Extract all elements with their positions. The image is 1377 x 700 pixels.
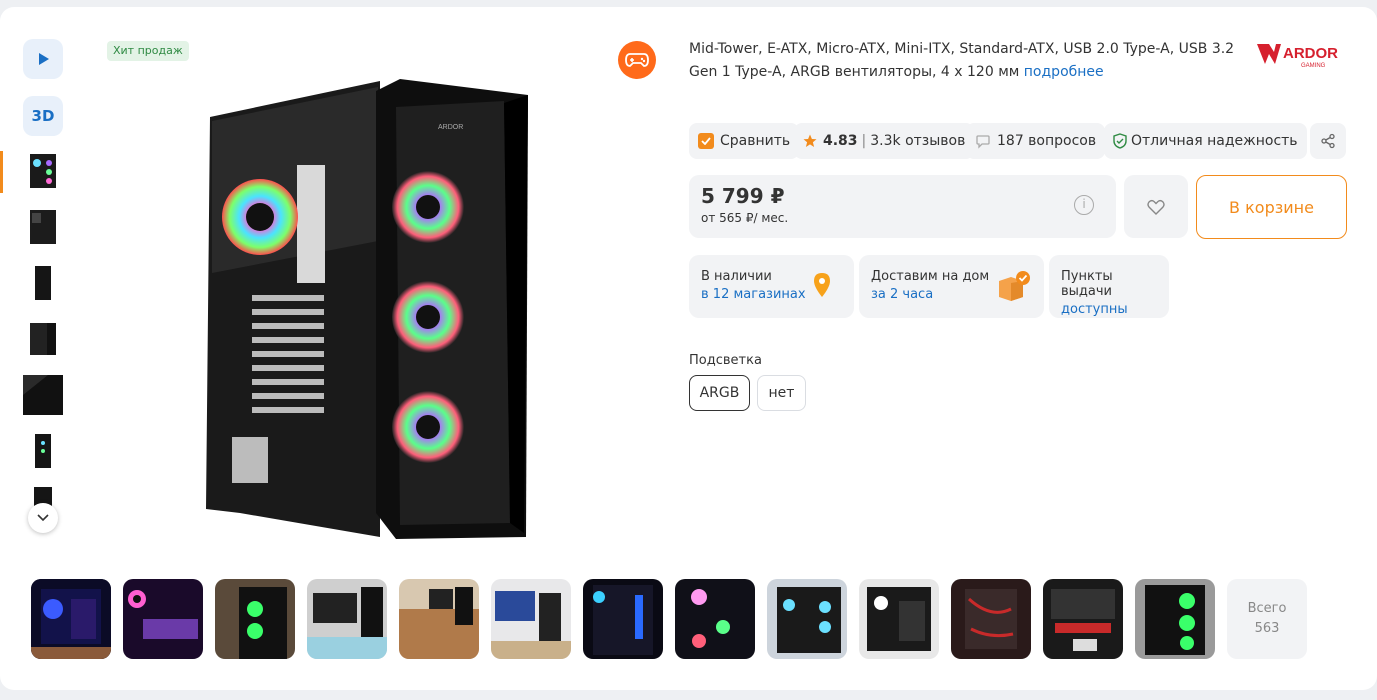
gallery-thumb[interactable] bbox=[23, 207, 63, 247]
checkbox-checked-icon bbox=[698, 133, 714, 149]
option-none[interactable]: нет bbox=[757, 375, 806, 411]
review-photo[interactable] bbox=[123, 579, 203, 659]
price-box: 5 799 ₽ от 565 ₽/ мес. i bbox=[689, 175, 1116, 238]
monthly-payment[interactable]: от 565 ₽/ мес. bbox=[701, 211, 788, 225]
product-main-image[interactable]: ARDOR bbox=[200, 73, 532, 543]
gallery-thumb[interactable] bbox=[23, 263, 63, 303]
review-photo[interactable] bbox=[859, 579, 939, 659]
share-button[interactable] bbox=[1310, 123, 1346, 159]
compare-label: Сравнить bbox=[720, 133, 791, 149]
heart-icon bbox=[1147, 199, 1165, 215]
review-photo[interactable] bbox=[1043, 579, 1123, 659]
gallery-thumb[interactable] bbox=[23, 151, 63, 191]
review-photo[interactable] bbox=[399, 579, 479, 659]
review-photo[interactable] bbox=[583, 579, 663, 659]
gallery-scroll-down-button[interactable] bbox=[28, 503, 58, 533]
option-label: Подсветка bbox=[689, 353, 762, 368]
delivery-home[interactable]: Доставим на дом за 2 часа bbox=[859, 255, 1044, 318]
description-text: Mid-Tower, E-ATX, Micro-ATX, Mini-ITX, S… bbox=[689, 41, 1235, 80]
shield-check-icon bbox=[1113, 133, 1127, 149]
price-value: 5 799 ₽ bbox=[701, 184, 785, 208]
favorite-button[interactable] bbox=[1124, 175, 1188, 238]
availability-stores[interactable]: В наличии в 12 магазинах bbox=[689, 255, 854, 318]
gallery-thumb[interactable] bbox=[23, 375, 63, 415]
gamepad-icon bbox=[625, 53, 649, 67]
svg-text:ARDOR: ARDOR bbox=[438, 124, 463, 131]
star-icon bbox=[803, 134, 817, 147]
pickup-link[interactable]: доступны bbox=[1061, 302, 1157, 317]
pickup-title: Пункты выдачи bbox=[1061, 269, 1113, 299]
review-photo[interactable] bbox=[767, 579, 847, 659]
divider: | bbox=[861, 133, 867, 149]
all-photos-label: Всего bbox=[1247, 601, 1287, 616]
questions-count: 187 вопросов bbox=[997, 133, 1097, 149]
gallery-thumb[interactable] bbox=[23, 319, 63, 359]
rating-reviews-link[interactable]: 4.83 | 3.3k отзывов bbox=[794, 123, 975, 159]
pickup-points[interactable]: Пункты выдачи доступны bbox=[1049, 255, 1169, 318]
chat-bubble-icon bbox=[976, 135, 990, 149]
active-thumb-indicator bbox=[0, 151, 3, 193]
play-icon bbox=[39, 53, 49, 65]
questions-link[interactable]: 187 вопросов bbox=[966, 123, 1106, 159]
review-photo[interactable] bbox=[215, 579, 295, 659]
review-photo[interactable] bbox=[1135, 579, 1215, 659]
reviews-count: 3.3k отзывов bbox=[870, 133, 966, 149]
map-pin-icon bbox=[814, 273, 830, 297]
review-photo[interactable] bbox=[951, 579, 1031, 659]
reliability-badge[interactable]: Отличная надежность bbox=[1104, 123, 1307, 159]
rating-value: 4.83 bbox=[823, 133, 858, 149]
share-icon bbox=[1321, 133, 1335, 149]
brand-logo[interactable]: ARDOR GAMING bbox=[1255, 40, 1349, 70]
chevron-down-icon bbox=[37, 514, 49, 522]
review-photo[interactable] bbox=[675, 579, 755, 659]
video-button[interactable] bbox=[23, 39, 63, 79]
option-argb[interactable]: ARGB bbox=[689, 375, 750, 411]
3d-view-button[interactable]: 3D bbox=[23, 96, 63, 136]
all-photos-count: 563 bbox=[1254, 621, 1280, 636]
product-card: 3D Хит продаж ARDOR Mid-Tower, E-ATX, Mi… bbox=[0, 7, 1377, 690]
product-description: Mid-Tower, E-ATX, Micro-ATX, Mini-ITX, S… bbox=[689, 38, 1239, 84]
review-photo[interactable] bbox=[491, 579, 571, 659]
svg-text:ARDOR: ARDOR bbox=[1283, 45, 1338, 62]
svg-text:GAMING: GAMING bbox=[1301, 63, 1326, 69]
gallery-thumb[interactable] bbox=[23, 431, 63, 471]
compare-toggle[interactable]: Сравнить bbox=[689, 123, 800, 159]
reliability-label: Отличная надежность bbox=[1131, 133, 1298, 149]
delivery-box-icon bbox=[999, 271, 1030, 301]
info-icon[interactable]: i bbox=[1074, 195, 1094, 215]
bestseller-badge: Хит продаж bbox=[107, 41, 189, 61]
all-photos-button[interactable]: Всего 563 bbox=[1227, 579, 1307, 659]
gaming-category-badge[interactable] bbox=[618, 41, 656, 79]
in-cart-button[interactable]: В корзине bbox=[1196, 175, 1347, 239]
review-photo[interactable] bbox=[31, 579, 111, 659]
review-photo[interactable] bbox=[307, 579, 387, 659]
more-details-link[interactable]: подробнее bbox=[1024, 64, 1104, 80]
